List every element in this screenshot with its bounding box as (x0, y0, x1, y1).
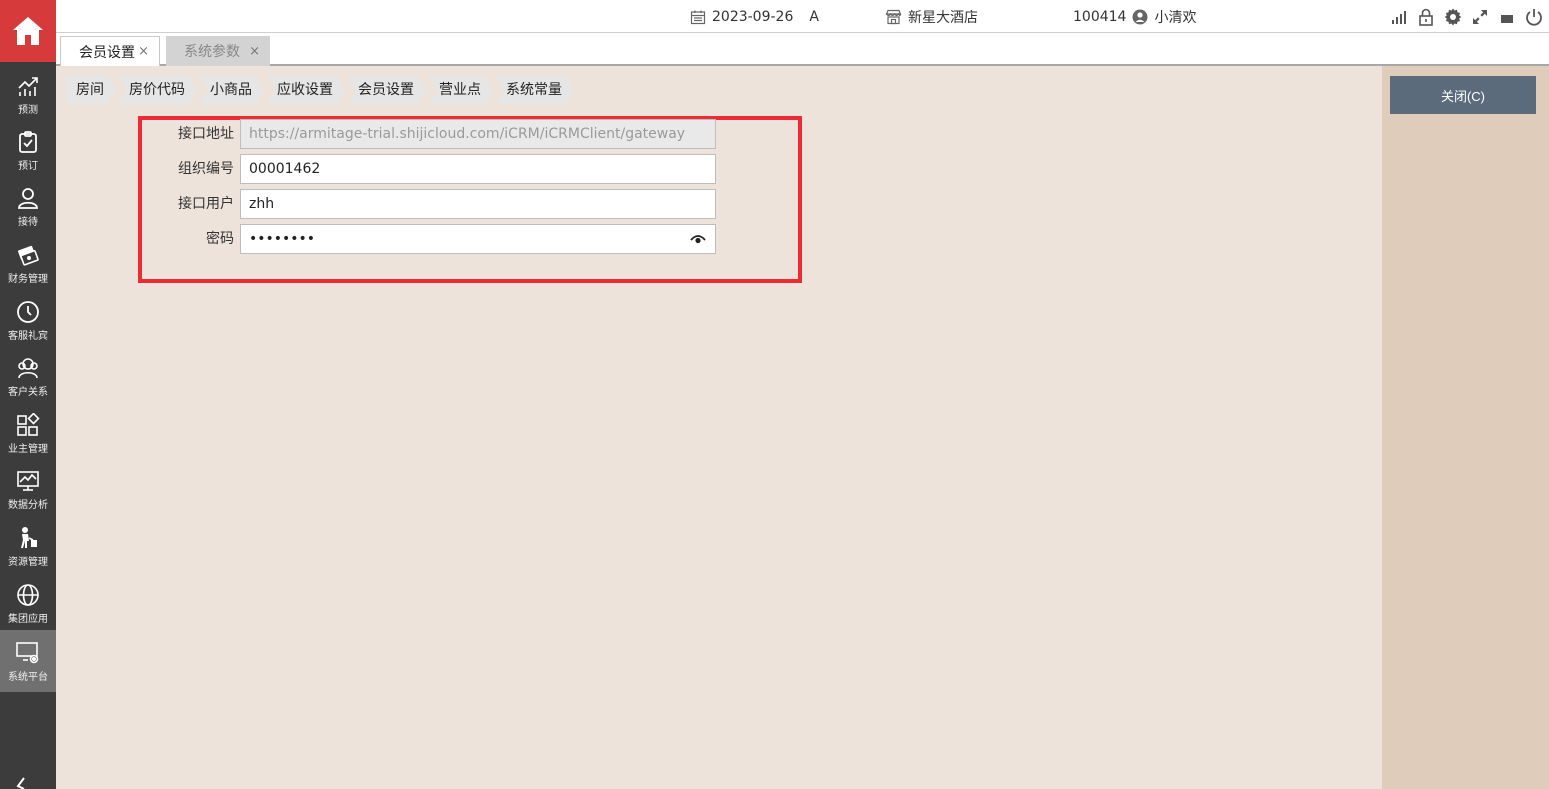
tab-close-icon[interactable]: × (249, 44, 260, 59)
sidebar-item-analytics[interactable]: 数据分析 (0, 461, 56, 517)
sidebar-item-crm[interactable]: 客户关系 (0, 348, 56, 404)
user-id: 100414 (1073, 8, 1127, 25)
sidebar-item-reception[interactable]: 接待 (0, 178, 56, 234)
api-url-label: 接口地址 (178, 126, 234, 142)
password-input[interactable] (240, 224, 716, 254)
crumb-minibar[interactable]: 小商品 (200, 76, 264, 104)
sidebar-item-label: 系统平台 (8, 671, 48, 683)
date-text: 2023-09-26 (712, 8, 794, 25)
sidebar-item-label: 财务管理 (8, 273, 48, 285)
hotel-info: 新星大酒店 (885, 0, 978, 33)
store-icon (885, 9, 902, 24)
tab-system-params[interactable]: 系统参数 × (166, 36, 270, 66)
org-id-row: 组织编号 (142, 154, 802, 184)
user-name: 小清欢 (1154, 9, 1197, 26)
top-bar: 2023-09-26 A 新星大酒店 100414 小清欢 (56, 0, 1549, 33)
people-icon (15, 355, 41, 381)
crumb-rooms[interactable]: 房间 (66, 76, 116, 104)
left-sidebar: 预测 预订 接待 财务管理 客服礼宾 客户关系 业主管理 数据分析 资源管理 集… (0, 0, 56, 789)
fullscreen-icon[interactable] (1471, 8, 1489, 26)
tab-member-settings[interactable]: 会员设置 × (60, 36, 160, 66)
hotel-name: 新星大酒店 (908, 9, 978, 26)
sidebar-item-label: 资源管理 (8, 556, 48, 568)
lock-icon[interactable] (1417, 8, 1435, 26)
tab-label: 会员设置 (79, 44, 135, 61)
tab-bar: 会员设置 × 系统参数 × (56, 34, 1549, 66)
calendar-icon (690, 10, 706, 24)
org-id-label: 组织编号 (178, 161, 234, 177)
sidebar-item-label: 业主管理 (8, 443, 48, 455)
business-date: 2023-09-26 A (690, 0, 819, 33)
sidebar-item-booking[interactable]: 预订 (0, 122, 56, 178)
shift-text: A (809, 8, 819, 25)
home-button[interactable] (0, 0, 56, 62)
crumb-member-settings[interactable]: 会员设置 (348, 76, 426, 104)
sidebar-item-label: 客户关系 (8, 386, 48, 398)
person-icon (15, 185, 41, 211)
sidebar-item-owner[interactable]: 业主管理 (0, 405, 56, 461)
api-url-input[interactable] (240, 119, 716, 149)
collapse-icon[interactable] (16, 776, 40, 789)
chart-icon (15, 73, 41, 99)
sidebar-item-label: 预测 (18, 104, 38, 116)
home-icon (13, 17, 43, 45)
crumb-outlets[interactable]: 营业点 (429, 76, 493, 104)
power-icon[interactable] (1525, 8, 1543, 26)
tab-label: 系统参数 (184, 44, 240, 60)
user-avatar-icon (1132, 9, 1148, 24)
clipboard-icon (15, 129, 41, 155)
api-url-row: 接口地址 (142, 119, 802, 149)
sidebar-item-label: 客服礼宾 (8, 330, 48, 342)
sidebar-item-finance[interactable]: 财务管理 (0, 235, 56, 291)
top-toolbar (1390, 0, 1543, 33)
user-info[interactable]: 100414 小清欢 (1073, 0, 1196, 33)
sidebar-item-label: 集团应用 (8, 613, 48, 625)
sidebar-item-system[interactable]: 系统平台 (0, 630, 56, 692)
org-id-input[interactable] (240, 154, 716, 184)
password-label: 密码 (206, 231, 234, 247)
sidebar-item-label: 预订 (18, 160, 38, 172)
tab-close-icon[interactable]: × (138, 44, 149, 59)
sidebar-item-group[interactable]: 集团应用 (0, 575, 56, 631)
globe-icon (15, 582, 41, 608)
gear-icon[interactable] (1444, 8, 1462, 26)
sidebar-item-label: 数据分析 (8, 499, 48, 511)
api-user-input[interactable] (240, 189, 716, 219)
action-panel: 关闭(C) (1382, 66, 1549, 789)
api-user-label: 接口用户 (178, 196, 234, 212)
crumb-system-constants[interactable]: 系统常量 (496, 76, 574, 104)
crumb-rate-code[interactable]: 房价代码 (119, 76, 197, 104)
member-api-form: 接口地址 组织编号 接口用户 密码 (138, 116, 802, 283)
money-icon (15, 242, 41, 268)
main-content: 房间 房价代码 小商品 应收设置 会员设置 营业点 系统常量 接口地址 组织编号… (56, 66, 1382, 789)
worker-icon (15, 525, 41, 551)
password-row: 密码 (142, 224, 802, 254)
signal-icon[interactable] (1390, 8, 1408, 26)
grid-icon (15, 412, 41, 438)
close-button[interactable]: 关闭(C) (1390, 76, 1536, 114)
sidebar-item-forecast[interactable]: 预测 (0, 66, 56, 122)
breadcrumb: 房间 房价代码 小商品 应收设置 会员设置 营业点 系统常量 (66, 76, 577, 104)
sidebar-item-label: 接待 (18, 216, 38, 228)
eye-icon[interactable] (690, 233, 706, 245)
monitor-chart-icon (15, 468, 41, 494)
minimize-icon[interactable] (1498, 8, 1516, 26)
crumb-receivables[interactable]: 应收设置 (267, 76, 345, 104)
api-user-row: 接口用户 (142, 189, 802, 219)
clock-icon (15, 299, 41, 325)
sidebar-item-concierge[interactable]: 客服礼宾 (0, 292, 56, 348)
screen-gear-icon (15, 640, 41, 666)
sidebar-item-resource[interactable]: 资源管理 (0, 518, 56, 574)
